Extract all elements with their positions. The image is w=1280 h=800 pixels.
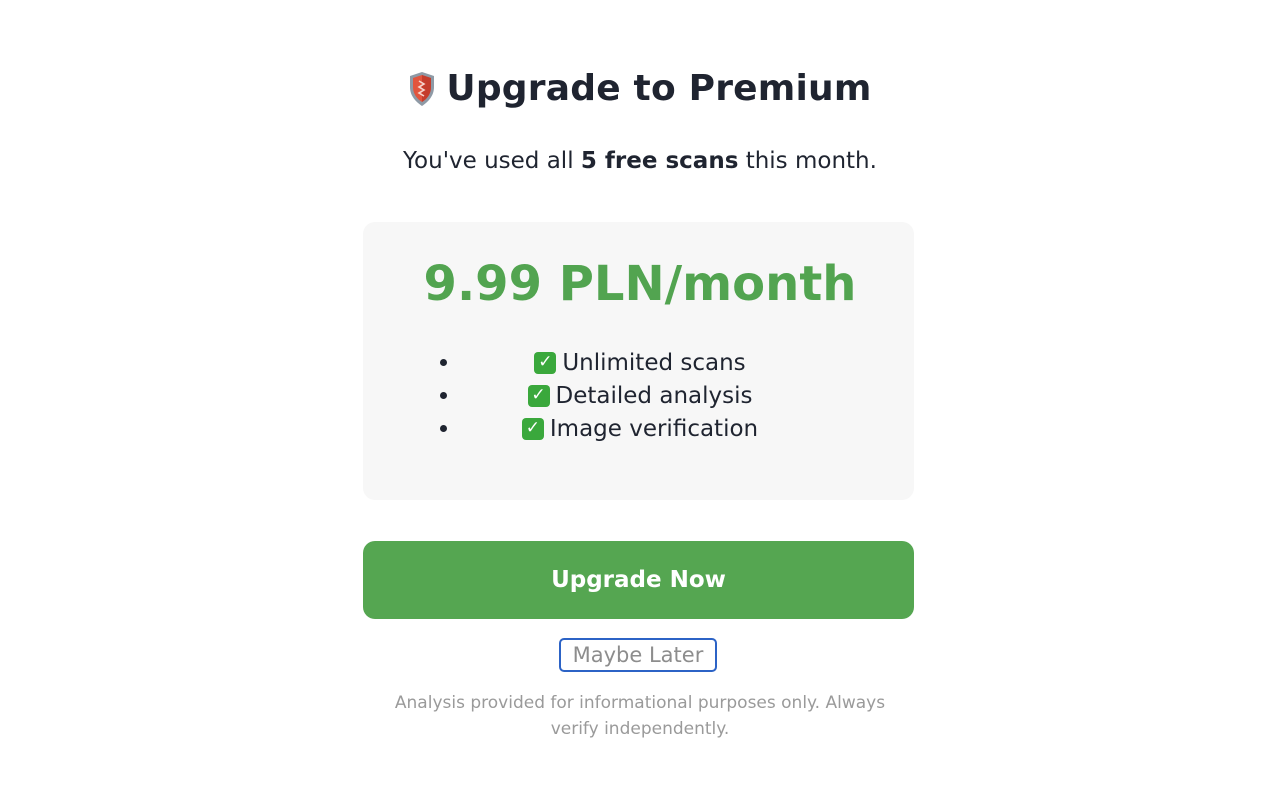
- usage-message-prefix: You've used all: [403, 148, 581, 174]
- check-mark-icon: ✓: [527, 384, 550, 407]
- disclaimer-text: Analysis provided for informational purp…: [394, 693, 886, 739]
- feature-item: ✓ Image verification: [420, 412, 860, 445]
- upgrade-modal: Upgrade to Premium You've used all 5 fre…: [0, 0, 1280, 800]
- header: Upgrade to Premium: [0, 68, 1280, 109]
- feature-item: ✓ Detailed analysis: [420, 379, 860, 412]
- page-title: Upgrade to Premium: [446, 68, 872, 109]
- check-mark-icon: ✓: [521, 417, 544, 440]
- price-label: 9.99 PLN/month: [423, 256, 857, 312]
- maybe-later-button[interactable]: Maybe Later: [559, 638, 717, 672]
- usage-message: You've used all 5 free scans this month.: [0, 148, 1280, 174]
- check-mark-icon: ✓: [534, 351, 557, 374]
- usage-count: 5 free scans: [580, 148, 739, 174]
- feature-list: ✓ Unlimited scans ✓ Detailed analysis ✓ …: [420, 346, 860, 445]
- bullet-dot: [440, 392, 447, 399]
- bullet-dot: [440, 425, 447, 432]
- feature-item: ✓ Unlimited scans: [420, 346, 860, 379]
- shield-icon: [408, 71, 436, 107]
- bullet-dot: [440, 359, 447, 366]
- usage-message-suffix: this month.: [738, 148, 877, 174]
- feature-label: Unlimited scans: [562, 349, 746, 376]
- upgrade-now-button[interactable]: Upgrade Now: [363, 541, 914, 619]
- feature-label: Detailed analysis: [555, 382, 753, 409]
- feature-label: Image verification: [549, 415, 759, 442]
